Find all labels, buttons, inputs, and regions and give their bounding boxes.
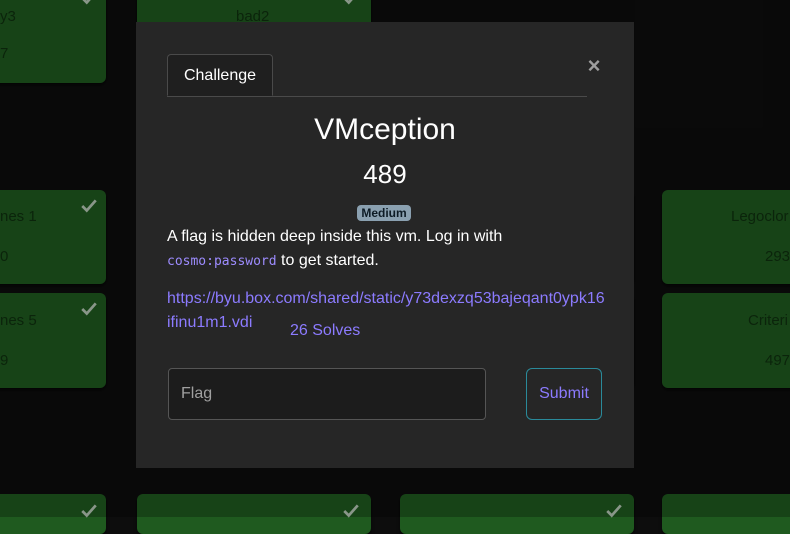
tab-challenge[interactable]: Challenge [167,54,273,96]
modal-tabs: Challenge 26 Solves [167,54,587,339]
challenge-points: 489 [363,159,407,189]
download-link[interactable]: https://byu.box.com/shared/static/y73dex… [167,287,607,335]
close-icon[interactable]: × [584,54,604,78]
challenge-description: A flag is hidden deep inside this vm. Lo… [167,225,607,274]
flag-input[interactable] [168,368,486,420]
difficulty-badge: Medium [357,205,411,221]
challenge-title: VMception [314,113,456,146]
submit-button[interactable]: Submit [526,368,602,420]
description-text: A flag is hidden deep inside this vm. Lo… [167,228,503,245]
credentials-code: cosmo:password [167,254,277,269]
description-text-end: to get started. [276,252,379,269]
challenge-modal: × Challenge 26 Solves VMception 489 Medi… [136,22,634,468]
